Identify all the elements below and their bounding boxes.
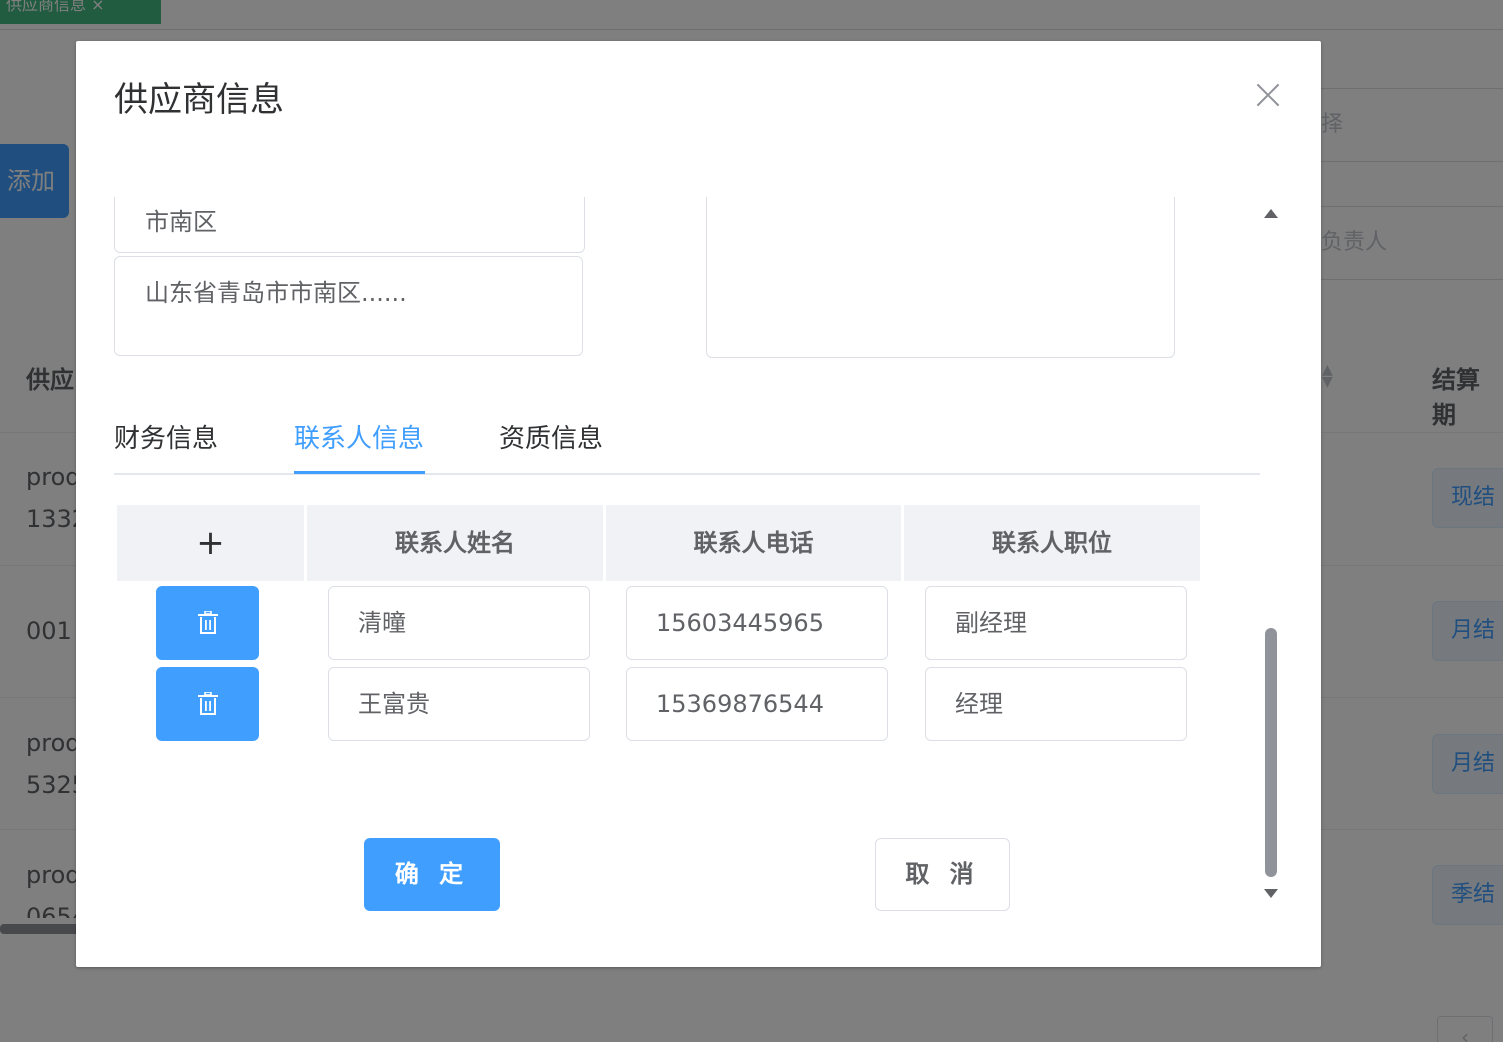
column-header-contact-name: 联系人姓名 [307,505,603,581]
trash-icon [197,611,218,634]
confirm-button[interactable]: 确 定 [364,838,500,911]
contact-name-input[interactable]: 清曈 [328,586,590,660]
contact-name-input[interactable]: 王富贵 [328,667,590,741]
remark-textarea[interactable] [706,197,1175,358]
tab-contact-info[interactable]: 联系人信息 [294,419,424,459]
tab-finance-info[interactable]: 财务信息 [114,419,218,459]
close-icon[interactable] [1256,83,1280,107]
supplier-info-dialog: 供应商信息 市南区 山东省青岛市市南区...... 财务信息 联系人信息 资质信… [76,41,1321,967]
district-field[interactable]: 市南区 [114,197,585,253]
scroll-down-arrow-icon[interactable] [1264,889,1278,898]
contact-phone-input[interactable]: 15603445965 [626,586,888,660]
delete-row-button[interactable] [156,586,259,660]
delete-row-button[interactable] [156,667,259,741]
contact-phone-input[interactable]: 15369876544 [626,667,888,741]
dialog-body: 市南区 山东省青岛市市南区...... 财务信息 联系人信息 资质信息 + 联系… [76,197,1321,912]
active-tab-indicator [294,471,425,474]
contact-position-input[interactable]: 副经理 [925,586,1187,660]
column-header-contact-position: 联系人职位 [904,505,1200,581]
address-detail-textarea[interactable]: 山东省青岛市市南区...... [114,256,583,356]
dialog-title: 供应商信息 [114,80,284,120]
column-header-contact-phone: 联系人电话 [606,505,901,581]
vertical-scrollbar[interactable] [1260,197,1282,912]
scroll-up-arrow-icon[interactable] [1264,209,1278,218]
contact-position-input[interactable]: 经理 [925,667,1187,741]
add-row-header: + [117,505,304,581]
trash-icon [197,692,218,715]
scrollbar-thumb[interactable] [1265,628,1277,877]
tab-qualification-info[interactable]: 资质信息 [499,419,603,459]
plus-icon[interactable]: + [196,523,225,563]
info-tabs: 财务信息 联系人信息 资质信息 [114,415,1260,475]
cancel-button[interactable]: 取 消 [875,838,1010,911]
